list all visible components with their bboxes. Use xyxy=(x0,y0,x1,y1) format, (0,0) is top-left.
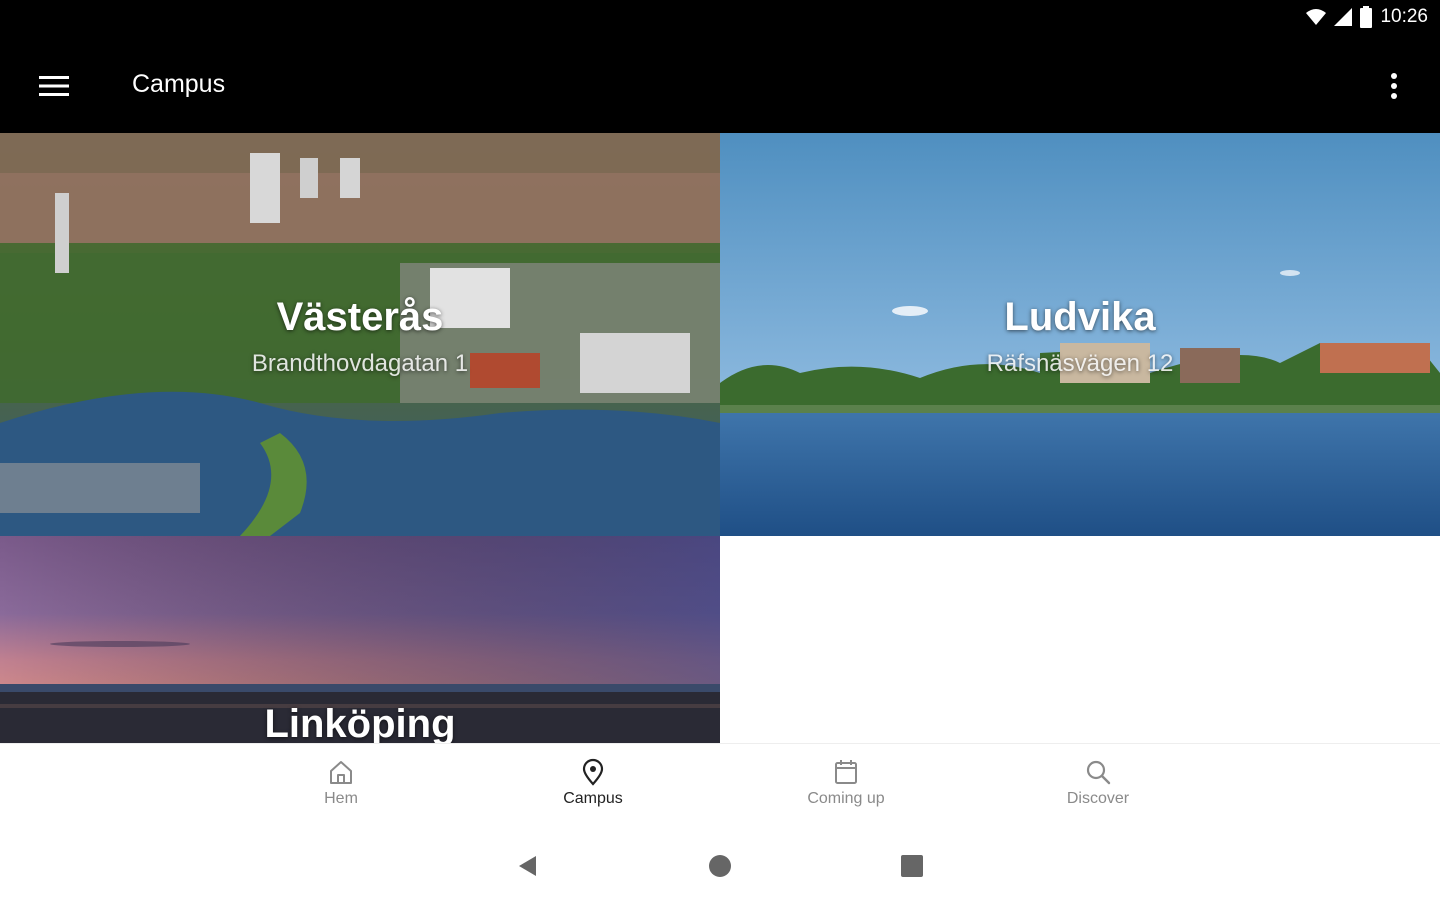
campus-name: Västerås xyxy=(276,295,444,339)
nav-item-hem[interactable]: Hem xyxy=(261,758,421,808)
recents-button[interactable] xyxy=(897,851,927,881)
campus-card-ludvika[interactable]: Ludvika Räfsnäsvägen 12 xyxy=(720,133,1440,536)
campus-address: Brandthovdagatan 1 xyxy=(251,350,469,377)
location-pin-icon xyxy=(582,758,604,786)
campus-address: Räfsnäsvägen 12 xyxy=(986,350,1174,377)
campus-card-linkoping[interactable]: Linköping xyxy=(0,536,720,743)
status-icons: 10:26 xyxy=(1306,6,1428,28)
calendar-icon xyxy=(835,760,857,784)
back-button[interactable] xyxy=(513,851,543,881)
status-time: 10:26 xyxy=(1380,6,1428,27)
search-icon xyxy=(1086,760,1111,785)
campus-name: Linköping xyxy=(264,702,456,743)
bottom-navigation: Hem Campus Coming up Discover xyxy=(0,743,1440,833)
nav-label: Coming up xyxy=(807,790,885,807)
menu-button[interactable] xyxy=(28,64,80,108)
nav-label: Discover xyxy=(1066,790,1130,807)
hamburger-menu-icon xyxy=(39,76,69,96)
page-title: Campus xyxy=(132,70,226,98)
nav-label: Hem xyxy=(324,790,358,807)
campus-grid: Västerås Brandthovdagatan 1 Ludvika Räfs… xyxy=(0,133,1440,743)
campus-card-text: Ludvika Räfsnäsvägen 12 xyxy=(720,295,1440,378)
campus-name: Ludvika xyxy=(1004,295,1156,339)
signal-icon xyxy=(1334,8,1353,26)
nav-item-coming-up[interactable]: Coming up xyxy=(766,758,926,808)
system-navigation-bar xyxy=(0,833,1440,900)
campus-card-vasteras[interactable]: Västerås Brandthovdagatan 1 xyxy=(0,133,720,536)
back-triangle-icon xyxy=(519,856,536,876)
more-vert-icon xyxy=(1391,73,1397,99)
nav-item-discover[interactable]: Discover xyxy=(1018,758,1178,808)
home-icon xyxy=(330,761,352,784)
battery-icon xyxy=(1360,6,1373,28)
campus-card-text: Linköping xyxy=(0,702,720,743)
home-circle-icon xyxy=(709,855,731,877)
nav-item-campus[interactable]: Campus xyxy=(513,758,673,808)
app-bar: Campus xyxy=(0,40,1440,133)
wifi-icon xyxy=(1306,9,1327,25)
recents-square-icon xyxy=(901,855,923,877)
status-bar: 10:26 xyxy=(0,0,1440,40)
overflow-menu-button[interactable] xyxy=(1376,62,1412,110)
campus-card-text: Västerås Brandthovdagatan 1 xyxy=(0,295,720,378)
home-system-button[interactable] xyxy=(705,851,735,881)
nav-label: Campus xyxy=(563,790,623,807)
